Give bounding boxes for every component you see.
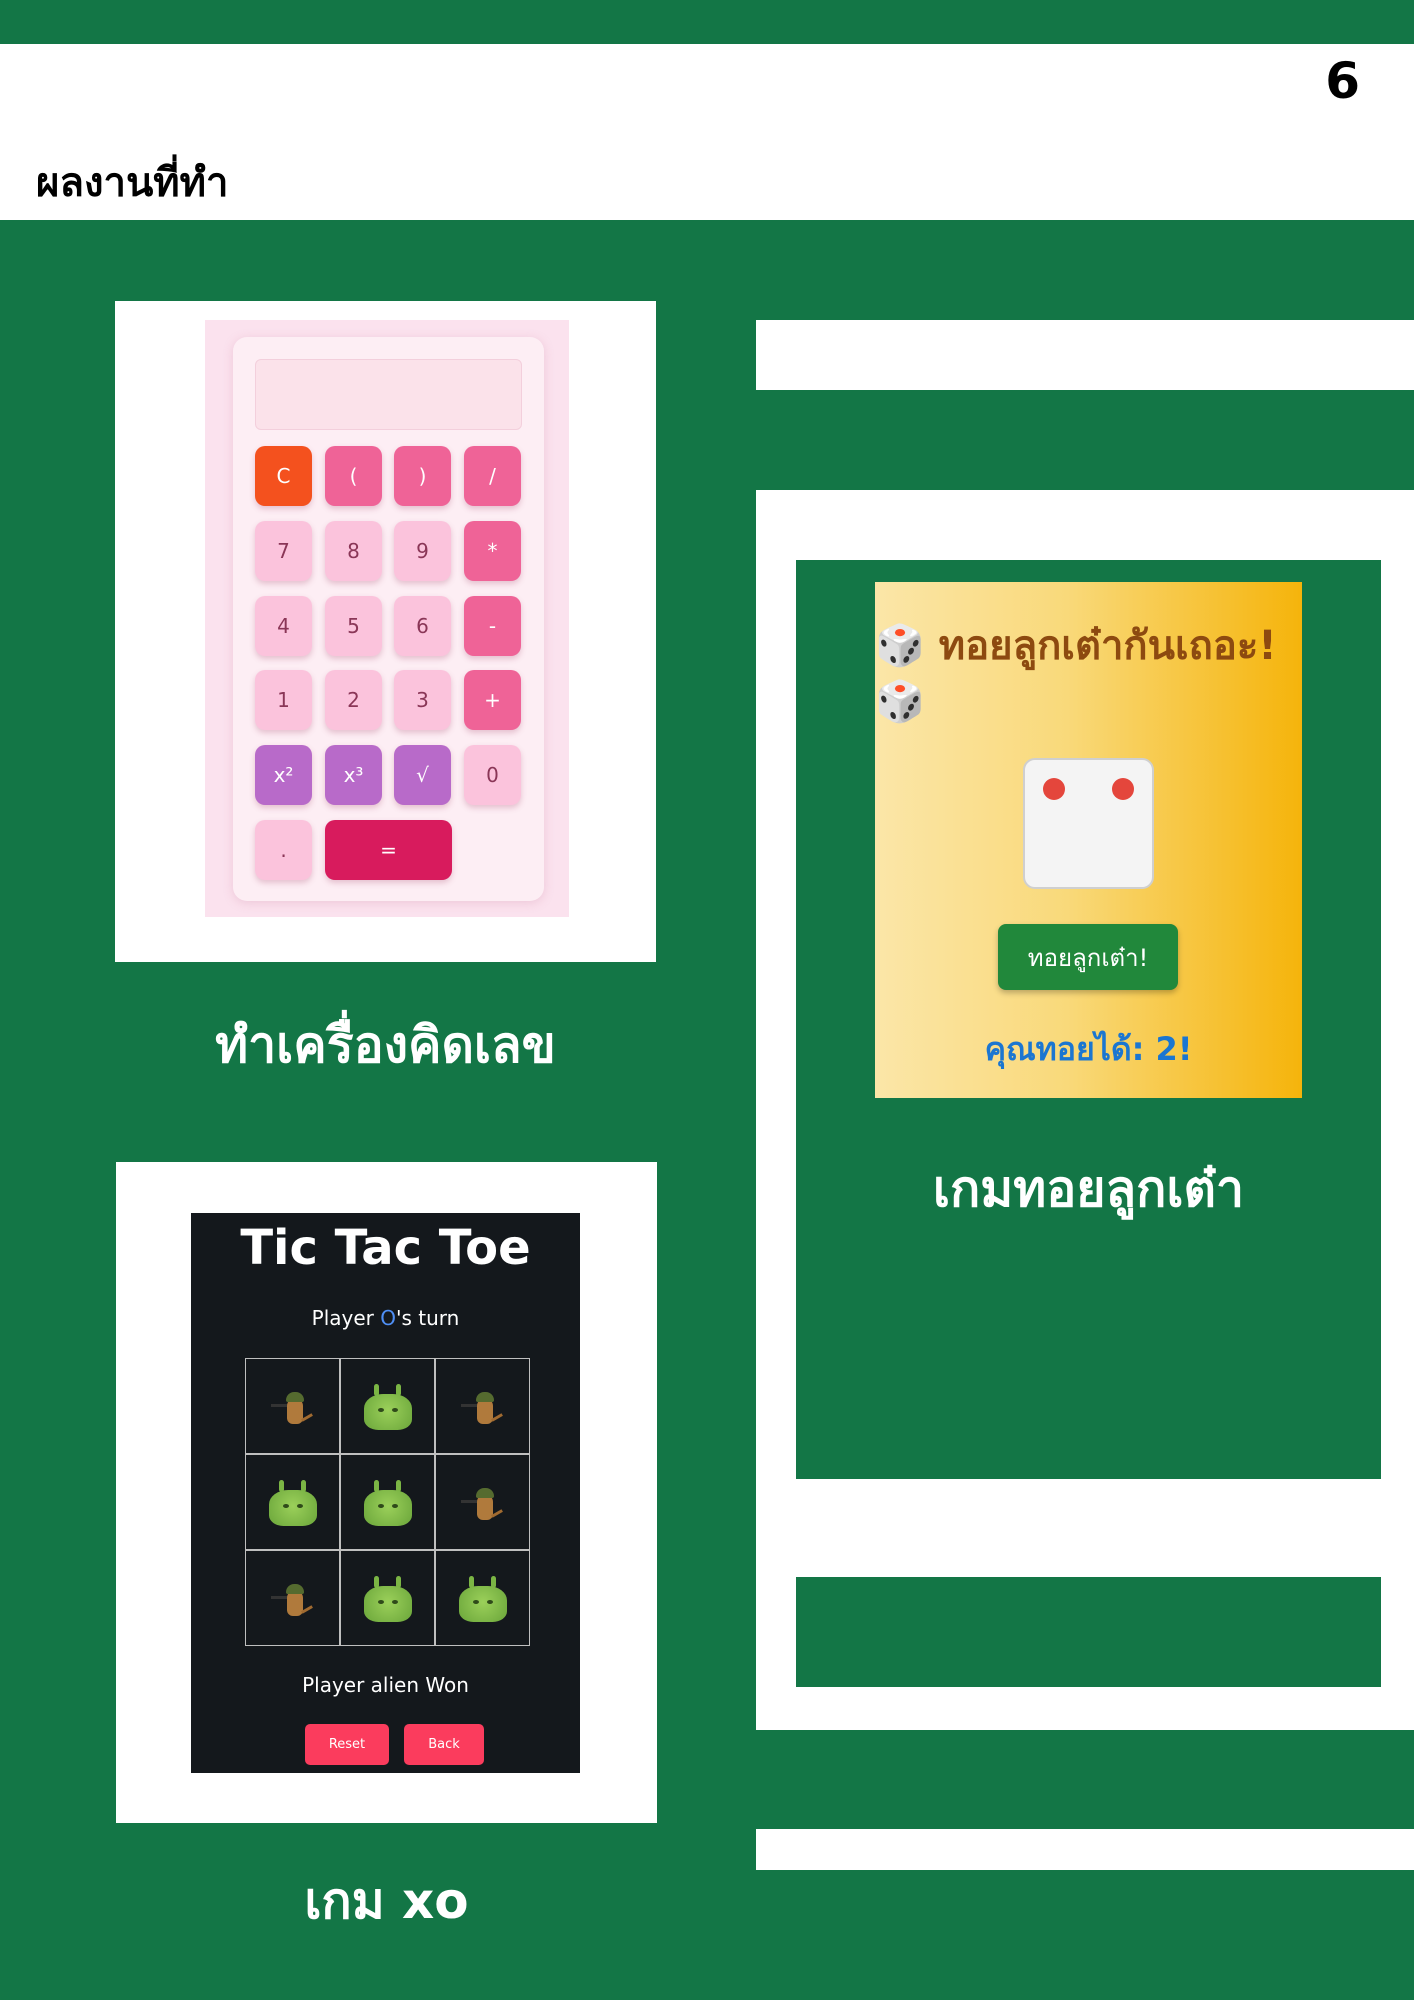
turn-suffix: 's turn bbox=[396, 1306, 460, 1330]
alien-icon bbox=[360, 1574, 416, 1622]
calc-key-dot[interactable]: . bbox=[255, 820, 312, 880]
soldier-cat-icon bbox=[455, 1382, 511, 1430]
green-block bbox=[796, 1577, 1381, 1687]
tictactoe-title: Tic Tac Toe bbox=[240, 1220, 531, 1276]
board-cell[interactable] bbox=[435, 1358, 530, 1454]
turn-indicator: Player O's turn bbox=[191, 1306, 580, 1330]
soldier-cat-icon bbox=[265, 1574, 321, 1622]
dice-caption: เกมทอยลูกเต๋า bbox=[932, 1160, 1245, 1218]
tictactoe-board bbox=[245, 1358, 530, 1646]
game-status: Player alien Won bbox=[302, 1673, 469, 1697]
calc-key-lparen[interactable]: ( bbox=[325, 446, 382, 506]
board-cell[interactable] bbox=[340, 1454, 435, 1550]
board-cell[interactable] bbox=[340, 1358, 435, 1454]
page-title: ผลงานที่ทำ bbox=[36, 160, 229, 206]
soldier-cat-icon bbox=[265, 1382, 321, 1430]
board-cell[interactable] bbox=[245, 1358, 340, 1454]
calculator-caption: ทำเครื่องคิดเลข bbox=[215, 1016, 556, 1074]
calc-key-9[interactable]: 9 bbox=[394, 521, 451, 581]
calc-key-3[interactable]: 3 bbox=[394, 670, 451, 730]
dice-title-text: ทอยลูกเต๋ากันเถอะ! bbox=[938, 623, 1277, 669]
calc-key-minus[interactable]: - bbox=[464, 596, 521, 656]
soldier-cat-icon bbox=[455, 1478, 511, 1526]
tictactoe-caption: เกม xo bbox=[304, 1872, 469, 1930]
calculator-display bbox=[255, 359, 522, 430]
calc-key-rparen[interactable]: ) bbox=[394, 446, 451, 506]
board-cell[interactable] bbox=[245, 1550, 340, 1646]
alien-icon bbox=[265, 1478, 321, 1526]
calc-key-2[interactable]: 2 bbox=[325, 670, 382, 730]
board-cell[interactable] bbox=[245, 1454, 340, 1550]
page-number: 6 bbox=[1325, 52, 1360, 110]
reset-button[interactable]: Reset bbox=[305, 1724, 389, 1765]
alien-icon bbox=[455, 1574, 511, 1622]
alien-icon bbox=[360, 1382, 416, 1430]
die-face bbox=[1023, 758, 1154, 889]
dice-title: 🎲 ทอยลูกเต๋ากันเถอะ! 🎲 bbox=[875, 618, 1302, 730]
calc-key-5[interactable]: 5 bbox=[325, 596, 382, 656]
calc-key-sqrt[interactable]: √ bbox=[394, 745, 451, 805]
board-cell[interactable] bbox=[340, 1550, 435, 1646]
calc-key-4[interactable]: 4 bbox=[255, 596, 312, 656]
calc-key-square[interactable]: x² bbox=[255, 745, 312, 805]
alien-icon bbox=[360, 1478, 416, 1526]
turn-prefix: Player bbox=[311, 1306, 381, 1330]
calc-key-multiply[interactable]: * bbox=[464, 521, 521, 581]
calc-key-clear[interactable]: C bbox=[255, 446, 312, 506]
calc-key-6[interactable]: 6 bbox=[394, 596, 451, 656]
calc-key-equals[interactable]: = bbox=[325, 820, 452, 880]
calc-key-1[interactable]: 1 bbox=[255, 670, 312, 730]
dice-icon: 🎲 bbox=[875, 679, 925, 725]
top-banner-strip bbox=[756, 320, 1414, 390]
dice-result: คุณทอยได้: 2! bbox=[984, 1030, 1193, 1068]
dice-icon: 🎲 bbox=[875, 623, 925, 669]
calc-key-cube[interactable]: x³ bbox=[325, 745, 382, 805]
board-cell[interactable] bbox=[435, 1454, 530, 1550]
bottom-banner-strip bbox=[756, 1829, 1414, 1870]
calc-key-divide[interactable]: / bbox=[464, 446, 521, 506]
calc-key-7[interactable]: 7 bbox=[255, 521, 312, 581]
turn-mark: O bbox=[380, 1306, 396, 1330]
board-cell[interactable] bbox=[435, 1550, 530, 1646]
calc-key-0[interactable]: 0 bbox=[464, 745, 521, 805]
die-pip bbox=[1112, 778, 1134, 800]
back-button[interactable]: Back bbox=[404, 1724, 484, 1765]
roll-dice-button[interactable]: ทอยลูกเต๋า! bbox=[998, 924, 1178, 990]
calc-key-8[interactable]: 8 bbox=[325, 521, 382, 581]
calc-key-plus[interactable]: + bbox=[464, 670, 521, 730]
die-pip bbox=[1043, 778, 1065, 800]
